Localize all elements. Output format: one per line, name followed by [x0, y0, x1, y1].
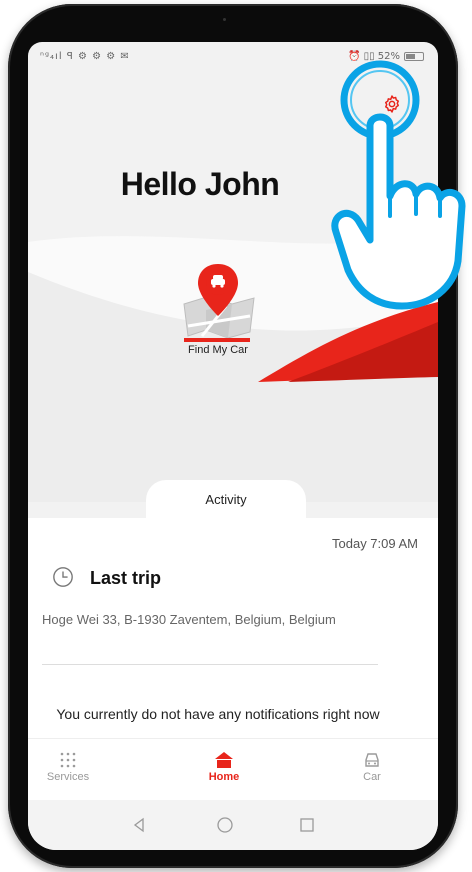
- find-my-car-label[interactable]: Find My Car: [158, 344, 278, 356]
- recents-icon[interactable]: [298, 816, 316, 834]
- nav-car[interactable]: Car: [332, 749, 412, 783]
- back-icon[interactable]: [130, 816, 148, 834]
- grid-icon: [28, 749, 108, 771]
- nav-home[interactable]: Home: [184, 749, 264, 783]
- home-circle-icon[interactable]: [216, 816, 234, 834]
- home-icon: [184, 749, 264, 771]
- nav-services-label: Services: [46, 771, 90, 783]
- system-navigation-bar: [28, 800, 438, 850]
- clock-icon: [53, 567, 73, 587]
- nav-home-label: Home: [208, 771, 240, 783]
- tab-activity[interactable]: Activity: [146, 480, 306, 522]
- activity-timestamp: Today 7:09 AM: [332, 536, 418, 551]
- tap-hand-overlay: [331, 60, 466, 310]
- nav-services[interactable]: Services: [28, 749, 108, 783]
- divider: [42, 664, 378, 665]
- notifications-empty-message: You currently do not have any notificati…: [56, 706, 380, 722]
- find-my-car-button[interactable]: [168, 260, 268, 351]
- last-trip-title[interactable]: Last trip: [90, 568, 161, 589]
- bottom-navigation: Services Home Car: [28, 738, 438, 800]
- tab-activity-label: Activity: [205, 492, 247, 507]
- nav-car-label: Car: [363, 771, 381, 783]
- car-icon: [332, 749, 412, 771]
- status-left-icons: ⁿᵍ₄ıl ꟼ ⚙ ⚙ ⚙ ✉: [40, 51, 130, 62]
- last-trip-address: Hoge Wei 33, B-1930 Zaventem, Belgium, B…: [42, 612, 336, 627]
- map-pin-icon: [183, 264, 255, 342]
- earpiece: [223, 18, 226, 21]
